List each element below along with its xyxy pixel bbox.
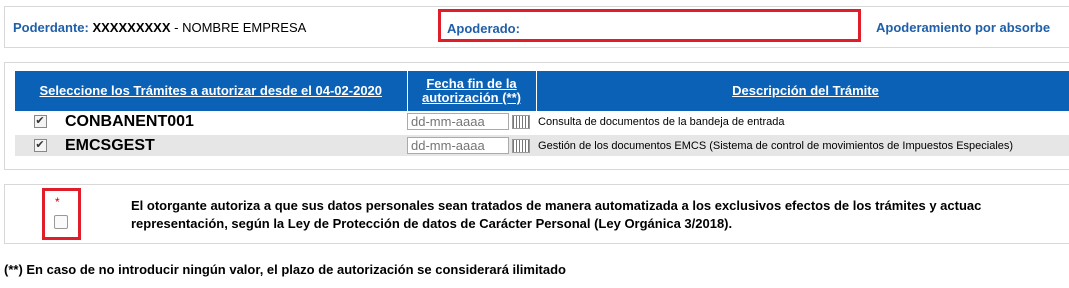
table-row: ✔ EMCSGEST Gestión de los documentos EMC…: [15, 133, 1069, 159]
poderdante-nif: XXXXXXXXX: [92, 20, 171, 35]
column-header-tramites[interactable]: Seleccione los Trámites a autorizar desd…: [15, 71, 408, 111]
apoderado-field[interactable]: Apoderado:: [438, 9, 861, 42]
required-mark: *: [55, 195, 60, 209]
consent-line-1: El otorgante autoriza a que sus datos pe…: [131, 198, 982, 213]
consent-checkbox-area: *: [42, 188, 81, 240]
tramite-code: EMCSGEST: [65, 133, 408, 159]
poderdante-bar: Poderdante: XXXXXXXXX - NOMBRE EMPRESA A…: [4, 6, 1069, 48]
fecha-fin-cell: [407, 133, 537, 159]
fecha-fin-input[interactable]: [407, 137, 510, 155]
consent-panel: * El otorgante autoriza a que sus datos …: [4, 184, 1069, 244]
row-checkbox-cell: ✔: [15, 111, 65, 135]
column-header-descripcion[interactable]: Descripción del Trámite: [536, 71, 1069, 111]
consent-line-2: representación, según la Ley de Protecci…: [131, 216, 733, 231]
apoderamiento-absorbe-link[interactable]: Apoderamiento por absorbe: [876, 20, 1050, 35]
tramites-panel: Seleccione los Trámites a autorizar desd…: [4, 62, 1069, 170]
poderdante-info: Poderdante: XXXXXXXXX - NOMBRE EMPRESA: [13, 20, 306, 35]
fecha-fin-cell: [407, 111, 537, 135]
poderdante-name: - NOMBRE EMPRESA: [170, 20, 307, 35]
poderdante-label: Poderdante:: [13, 20, 89, 35]
footnote: (**) En caso de no introducir ningún val…: [4, 262, 566, 277]
tramite-description: Gestión de los documentos EMCS (Sistema …: [536, 133, 1069, 159]
tramite-checkbox[interactable]: ✔: [33, 138, 47, 152]
fecha-fin-input[interactable]: [407, 113, 510, 131]
tramites-table: Seleccione los Trámites a autorizar desd…: [15, 71, 1069, 159]
calendar-icon[interactable]: [512, 138, 531, 153]
consent-checkbox[interactable]: [54, 215, 68, 229]
tramite-code: CONBANENT001: [65, 111, 408, 135]
calendar-icon[interactable]: [512, 114, 531, 129]
row-checkbox-cell: ✔: [15, 133, 65, 159]
column-header-fecha-fin[interactable]: Fecha fin de la autorización (**): [407, 71, 537, 111]
table-row: ✔ CONBANENT001 Consulta de documentos de…: [15, 111, 1069, 135]
apoderado-label: Apoderado:: [447, 21, 520, 36]
consent-text: El otorgante autoriza a que sus datos pe…: [131, 197, 1069, 233]
tramite-description: Consulta de documentos de la bandeja de …: [536, 111, 1069, 135]
tramite-checkbox[interactable]: ✔: [33, 114, 47, 128]
